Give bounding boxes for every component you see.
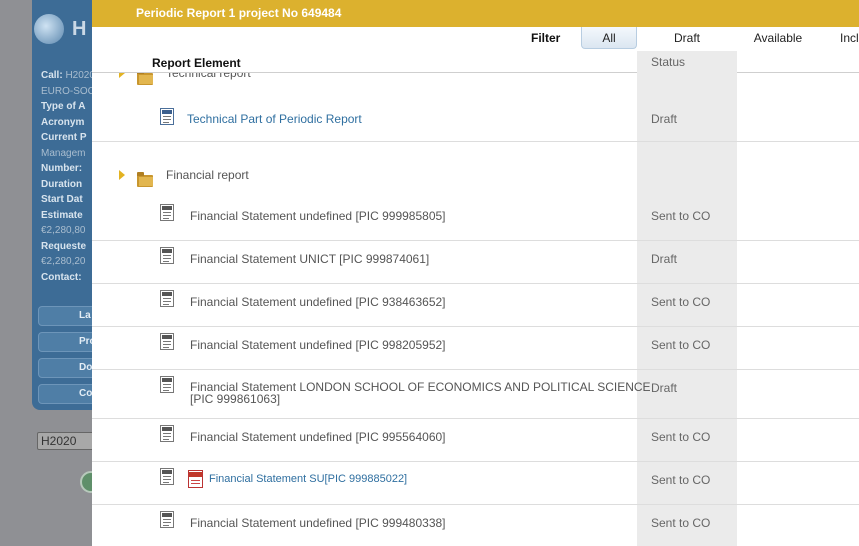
folder-icon xyxy=(137,70,153,85)
status-text: Sent to CO xyxy=(651,430,711,444)
background-button-1: La xyxy=(38,306,98,326)
background-button-3: Do xyxy=(38,358,98,378)
list-item[interactable]: Financial Statement undefined [PIC 99820… xyxy=(92,327,859,370)
expand-arrow-icon[interactable] xyxy=(119,170,125,180)
document-icon xyxy=(160,247,174,264)
status-text: Sent to CO xyxy=(651,209,711,223)
document-icon xyxy=(160,425,174,442)
background-button-4: Co xyxy=(38,384,98,404)
status-text: Draft xyxy=(651,252,678,266)
item-name: Financial Statement UNICT [PIC 999874061… xyxy=(190,252,430,266)
folder-icon xyxy=(137,172,153,187)
financial-statement-su-link[interactable]: Financial Statement SU[PIC 999885022] xyxy=(209,473,407,485)
group-financial-report: Financial report xyxy=(92,142,859,198)
list-item[interactable]: Financial Statement undefined [PIC 93846… xyxy=(92,284,859,327)
list-item[interactable]: Financial Statement undefined [PIC 99948… xyxy=(92,505,859,546)
list-item[interactable]: Financial Statement LONDON SCHOOL OF ECO… xyxy=(92,370,859,419)
technical-part-link[interactable]: Technical Part of Periodic Report xyxy=(187,112,362,126)
background-h2020-tag: H2020 xyxy=(37,432,97,450)
column-header-report-element: Report Element xyxy=(152,56,241,70)
report-element-list: Technical report Technical Part of Perio… xyxy=(92,0,859,546)
item-name: Financial Statement undefined [PIC 99556… xyxy=(190,430,446,444)
item-name: Financial Statement LONDON SCHOOL OF ECO… xyxy=(190,380,651,406)
item-name: Financial Statement undefined [PIC 99948… xyxy=(190,516,446,530)
item-name: Financial Statement undefined [PIC 99820… xyxy=(190,338,446,352)
globe-logo-icon xyxy=(34,14,64,44)
list-item[interactable]: Financial Statement undefined [PIC 99998… xyxy=(92,198,859,241)
document-icon xyxy=(160,290,174,307)
pdf-icon[interactable] xyxy=(188,470,203,488)
group-label: Financial report xyxy=(166,168,249,182)
background-logo-text: H xyxy=(72,18,87,40)
item-name: Financial Statement undefined [PIC 99998… xyxy=(190,209,446,223)
status-text: Sent to CO xyxy=(651,295,711,309)
table-header: Report Element Status xyxy=(92,51,859,73)
status-text: Draft xyxy=(651,381,678,395)
list-item[interactable]: Financial Statement undefined [PIC 99556… xyxy=(92,419,859,462)
item-name: Financial Statement undefined [PIC 93846… xyxy=(190,295,446,309)
document-icon xyxy=(160,333,174,350)
status-text: Sent to CO xyxy=(651,473,711,487)
periodic-report-dialog: Periodic Report 1 project No 649484 Filt… xyxy=(92,0,859,546)
background-button-2: Pro xyxy=(38,332,98,352)
document-icon xyxy=(160,204,174,221)
list-item[interactable]: Financial Statement SU[PIC 999885022] Se… xyxy=(92,462,859,505)
document-icon xyxy=(160,108,174,125)
status-text: Sent to CO xyxy=(651,338,711,352)
document-icon xyxy=(160,511,174,528)
status-text: Draft xyxy=(651,112,678,126)
document-icon xyxy=(160,468,174,485)
column-header-status[interactable]: Status xyxy=(637,51,737,73)
document-icon xyxy=(160,376,174,393)
list-item[interactable]: Financial Statement UNICT [PIC 999874061… xyxy=(92,241,859,284)
status-text: Sent to CO xyxy=(651,516,711,530)
